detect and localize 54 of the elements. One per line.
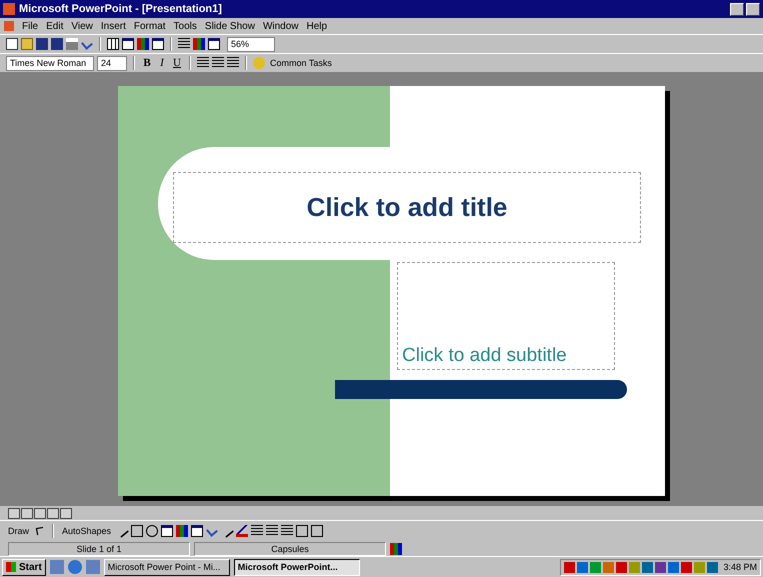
zoom-dropdown[interactable]: 56% (227, 36, 275, 52)
underline-button[interactable]: U (171, 57, 183, 69)
menu-item[interactable]: Insert (100, 20, 126, 32)
line-style-icon[interactable] (251, 525, 264, 537)
start-button[interactable]: Start (2, 558, 46, 576)
taskbar-button[interactable]: Microsoft PowerPoint... (234, 558, 360, 576)
tray-icon[interactable] (655, 562, 666, 572)
tray-icon[interactable] (577, 562, 588, 572)
window-icon[interactable] (122, 38, 134, 50)
common-tasks-button[interactable]: Common Tasks (268, 58, 334, 68)
rectangle-icon[interactable] (131, 525, 144, 537)
menu-item[interactable]: Help (306, 20, 328, 32)
tray-icon[interactable] (668, 562, 680, 572)
italic-button[interactable]: I (156, 57, 168, 69)
view-button[interactable] (60, 508, 72, 519)
new-document-icon[interactable] (6, 38, 18, 50)
tray-icon[interactable] (707, 562, 718, 572)
taskbar-button[interactable]: Microsoft Power Point - Mi... (104, 558, 230, 576)
menu-item[interactable]: Format (134, 20, 166, 32)
menu-item[interactable]: View (71, 20, 93, 32)
design-name: Capsules (194, 542, 386, 556)
app-icon (3, 3, 15, 15)
view-button[interactable] (21, 508, 33, 519)
tray-icon[interactable] (642, 562, 654, 572)
window-title: Microsoft PowerPoint - [Presentation1] (19, 3, 222, 15)
view-button[interactable] (34, 508, 46, 519)
slide-count: Slide 1 of 1 (8, 542, 190, 556)
list-icon[interactable] (178, 38, 190, 50)
menu-item[interactable]: File (22, 20, 38, 32)
spelling-status-icon (390, 542, 402, 554)
view-button[interactable] (8, 508, 20, 519)
menu-item[interactable]: Tools (174, 20, 197, 32)
minimize-button[interactable] (730, 2, 744, 16)
autoshapes-menu-button[interactable]: AutoShapes (60, 526, 114, 536)
globe-icon[interactable] (68, 560, 82, 574)
view-button[interactable] (47, 508, 59, 519)
oval-icon[interactable] (146, 525, 158, 537)
clock: 3:48 PM (723, 562, 757, 572)
table-icon[interactable] (107, 38, 119, 50)
menu-item[interactable]: Slide Show (204, 20, 255, 32)
title-placeholder[interactable]: Click to add title (173, 172, 641, 243)
menu-item[interactable]: Edit (46, 20, 64, 32)
tray-icon[interactable] (681, 562, 692, 572)
maximize-button[interactable] (746, 2, 760, 16)
menu-item[interactable]: Window (262, 20, 299, 32)
tray-icon[interactable] (564, 562, 576, 572)
windows-flag-icon (6, 562, 16, 572)
tray-icon[interactable] (616, 562, 628, 572)
font-dropdown[interactable]: Times New Roman (6, 56, 94, 70)
font-size-dropdown[interactable]: 24 (97, 56, 127, 70)
pointer-icon[interactable] (36, 526, 44, 536)
bold-button[interactable]: B (141, 57, 153, 69)
subtitle-placeholder[interactable]: Click to add subtitle (397, 262, 615, 370)
draw-menu-button[interactable]: Draw (6, 526, 32, 536)
